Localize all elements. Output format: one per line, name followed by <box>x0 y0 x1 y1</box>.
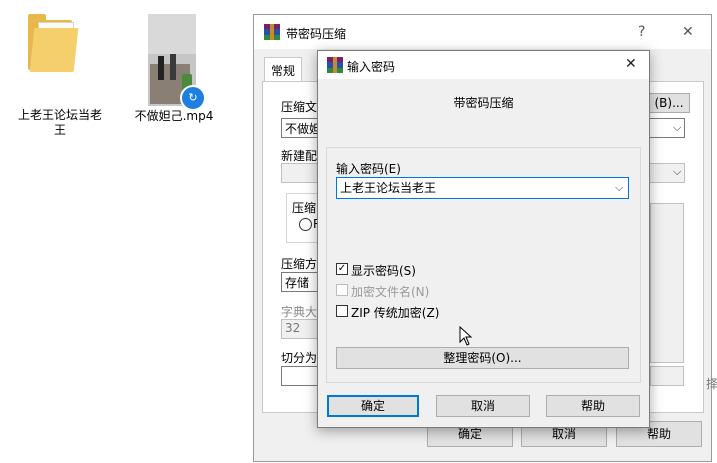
browse-button-label: (B)... <box>654 96 684 110</box>
archive-help-label: 帮助 <box>646 427 671 441</box>
password-dialog-titlebar: 输入密码 ✕ <box>318 51 649 79</box>
password-cancel-label: 取消 <box>470 399 495 413</box>
chevron-down-icon: ⌵ <box>673 165 682 178</box>
dictionary-label: 字典大 <box>281 305 318 319</box>
chevron-down-icon: ⌵ <box>673 121 682 134</box>
organize-passwords-button[interactable]: 整理密码(O)... <box>336 347 629 369</box>
right-field[interactable] <box>650 366 684 386</box>
winrar-icon <box>264 24 280 40</box>
encrypt-filenames-label: 加密文件名(N) <box>351 285 430 299</box>
dictionary-value: 32 <box>285 321 301 335</box>
method-value: 存储 <box>285 276 310 290</box>
folder-icon <box>28 14 88 76</box>
new-profile-label: 新建配 <box>281 149 318 163</box>
password-ok-label: 确定 <box>360 399 385 413</box>
help-icon[interactable]: ? <box>638 24 645 40</box>
archive-cancel-label: 取消 <box>551 427 576 441</box>
password-dialog: 输入密码 ✕ 带密码压缩 输入密码(E) 上老王论坛当老王 ⌵ ✓ 显示密码(S… <box>317 50 650 428</box>
password-input[interactable]: 上老王论坛当老王 <box>336 177 629 199</box>
split-combo[interactable] <box>281 366 321 386</box>
method-combo[interactable]: 存储 <box>281 272 321 292</box>
password-dialog-title: 输入密码 <box>347 60 396 74</box>
close-icon[interactable]: ✕ <box>682 24 694 40</box>
organize-passwords-label: 整理密码(O)... <box>443 351 522 365</box>
password-cancel-button[interactable]: 取消 <box>436 395 530 417</box>
player-badge-icon: ↻ <box>180 85 206 111</box>
show-password-checkbox[interactable]: ✓ <box>336 263 348 275</box>
desktop-folder[interactable]: 上老王论坛当老王 <box>14 10 106 145</box>
method-label: 压缩方 <box>281 257 318 271</box>
mouse-cursor-icon <box>459 326 473 346</box>
archive-ok-label: 确定 <box>457 427 482 441</box>
split-label: 切分为 <box>281 351 318 365</box>
options-box <box>650 203 684 363</box>
password-label: 输入密码(E) <box>336 162 401 176</box>
format-radio[interactable] <box>299 218 312 231</box>
password-help-button[interactable]: 帮助 <box>546 395 640 417</box>
browse-button[interactable]: (B)... <box>648 93 690 113</box>
zip-legacy-checkbox[interactable] <box>336 305 348 317</box>
format-label: 压缩 <box>292 201 317 215</box>
archive-name-label: 压缩文 <box>281 100 318 114</box>
archive-name-value: 不做妲 <box>285 122 322 136</box>
password-ok-button[interactable]: 确定 <box>327 395 419 417</box>
encrypt-filenames-checkbox[interactable] <box>336 284 348 296</box>
chevron-down-icon[interactable]: ⌵ <box>615 181 623 195</box>
dictionary-combo[interactable]: 32 <box>281 319 321 339</box>
password-help-label: 帮助 <box>580 399 605 413</box>
password-value: 上老王论坛当老王 <box>340 181 437 195</box>
zip-legacy-label: ZIP 传统加密(Z) <box>351 306 440 320</box>
right-edge-fragment: 择 <box>706 377 717 391</box>
tab-general[interactable]: 常规 <box>264 57 303 84</box>
password-dialog-heading: 带密码压缩 <box>453 96 514 110</box>
archive-dialog-titlebar: 带密码压缩 ? ✕ <box>254 15 711 49</box>
show-password-label: 显示密码(S) <box>351 264 416 278</box>
folder-label: 上老王论坛当老王 <box>17 108 102 137</box>
winrar-icon <box>327 57 343 73</box>
archive-dialog-title: 带密码压缩 <box>286 27 347 41</box>
close-icon[interactable]: ✕ <box>625 56 637 72</box>
video-label: 不做妲己.mp4 <box>134 109 214 123</box>
